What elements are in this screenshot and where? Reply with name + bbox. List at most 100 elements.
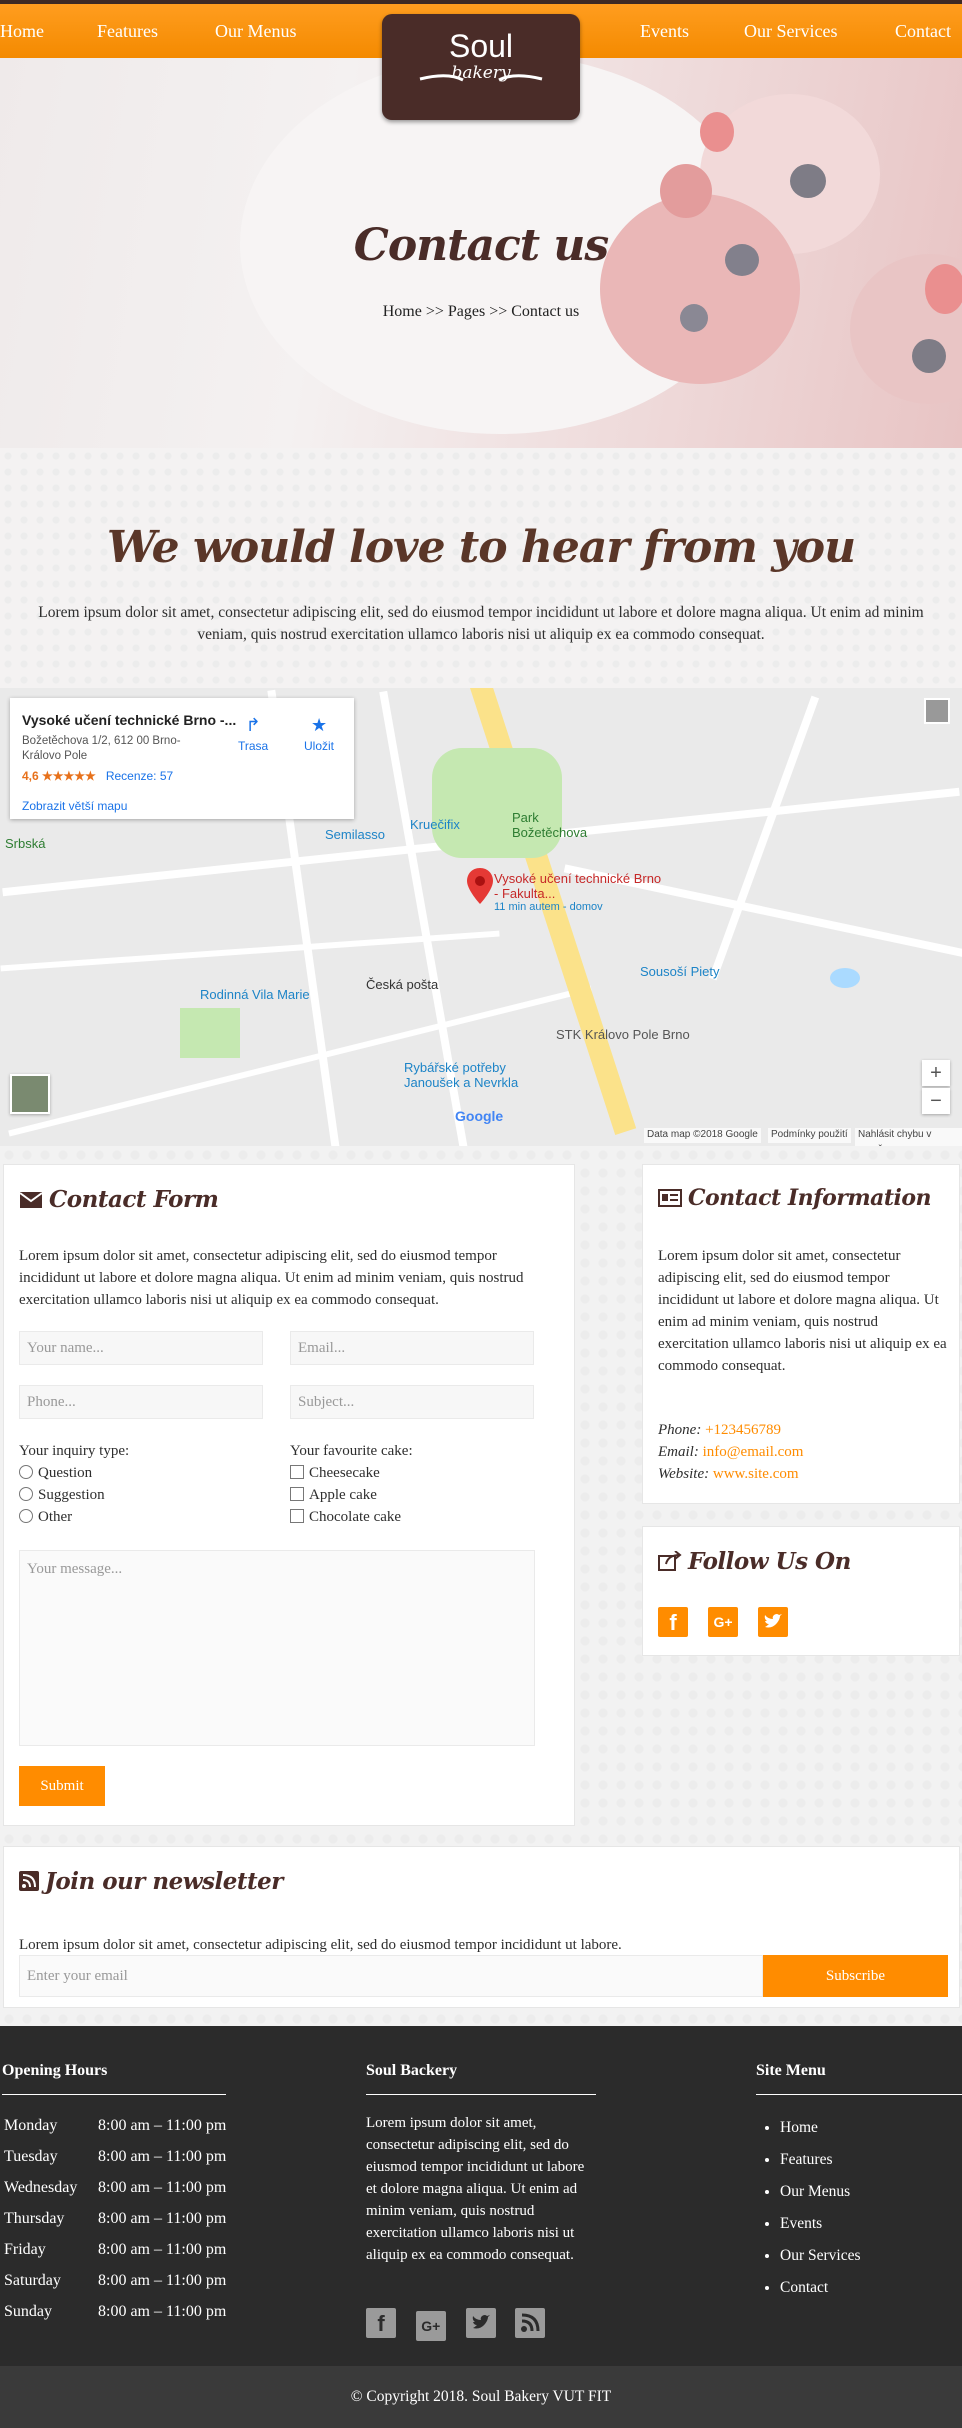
envelope-icon	[19, 1185, 43, 1218]
sitemap-features[interactable]: Features	[780, 2144, 861, 2176]
poi-srbska[interactable]: Srbská	[5, 835, 45, 854]
sitemap-home[interactable]: Home	[780, 2112, 861, 2144]
rating-value: 4,6 ★★★★★	[22, 769, 96, 784]
map-pin-icon[interactable]	[467, 868, 493, 904]
reviews-link[interactable]: Recenze: 57	[106, 769, 173, 783]
nav-events[interactable]: Events	[640, 4, 689, 58]
facebook-icon[interactable]: f	[658, 1607, 688, 1637]
website-link[interactable]: www.site.com	[713, 1466, 799, 1482]
inquiry-question-radio[interactable]: Question	[19, 1463, 92, 1485]
poi-posta[interactable]: Česká pošta	[366, 976, 438, 995]
day-cell: Saturday	[4, 2271, 61, 2289]
twitter-icon[interactable]	[465, 2308, 496, 2338]
nav-our-menus[interactable]: Our Menus	[215, 4, 297, 58]
apple-cake-checkbox[interactable]: Apple cake	[290, 1485, 377, 1507]
poi-stk[interactable]: STK Královo Pole Brno	[556, 1026, 690, 1045]
phone-field[interactable]: Phone...	[19, 1385, 263, 1419]
sitemap-contact[interactable]: Contact	[780, 2272, 861, 2304]
nav-home[interactable]: Home	[0, 4, 44, 58]
nav-features[interactable]: Features	[97, 4, 158, 58]
follow-title-text: Follow Us On	[688, 1548, 851, 1575]
facebook-icon[interactable]: f	[366, 2308, 396, 2338]
table-row: Monday 8:00 am – 11:00 pm	[2, 2110, 228, 2141]
sitemap-events[interactable]: Events	[780, 2208, 861, 2240]
blueberry-image	[912, 339, 946, 373]
nav-our-services[interactable]: Our Services	[744, 4, 837, 58]
inquiry-label: Your inquiry type:	[19, 1443, 130, 1459]
day-cell: Monday	[4, 2116, 58, 2134]
option-label: Question	[38, 1465, 93, 1481]
time-cell: 8:00 am – 11:00 pm	[98, 2116, 227, 2134]
google-map[interactable]: Vysoké učení technické Brno -... Božetěc…	[0, 688, 962, 1146]
directions-label: Trasa	[238, 739, 269, 754]
subject-field[interactable]: Subject...	[290, 1385, 534, 1419]
about-title: Soul Backery	[366, 2062, 458, 2079]
newsletter-email-input[interactable]: Enter your email	[19, 1955, 763, 1997]
table-row: Sunday 8:00 am – 11:00 pm	[2, 2296, 228, 2327]
chocolate-cake-checkbox[interactable]: Chocolate cake	[290, 1507, 401, 1529]
poi-vila[interactable]: Rodinná Vila Marie	[200, 986, 310, 1005]
contact-info-text: Lorem ipsum dolor sit amet, consectetur …	[658, 1248, 947, 1374]
twitter-icon[interactable]	[758, 1607, 788, 1637]
subscribe-button[interactable]: Subscribe	[763, 1955, 948, 1997]
id-card-icon	[658, 1185, 682, 1217]
poi-krucifix[interactable]: Kruečifix	[410, 816, 460, 835]
street-view-pegman-icon[interactable]	[924, 698, 950, 724]
inquiry-suggestion-radio[interactable]: Suggestion	[19, 1485, 105, 1507]
rss-icon[interactable]	[515, 2308, 546, 2338]
zoom-in-button[interactable]: +	[922, 1060, 950, 1086]
option-label: Other	[38, 1509, 73, 1525]
directions-icon: ↱	[245, 715, 261, 735]
blueberry-image	[790, 164, 826, 198]
content-area: Contact Form Lorem ipsum dolor sit amet,…	[0, 1146, 962, 2026]
table-row: Thursday 8:00 am – 11:00 pm	[2, 2203, 228, 2234]
contact-form-title: Contact Form	[19, 1183, 219, 1218]
google-plus-icon[interactable]: G+	[708, 1607, 738, 1637]
cheesecake-checkbox[interactable]: Cheesecake	[290, 1463, 380, 1485]
pin-sub: 11 min autem - domov	[494, 901, 603, 913]
map-terms-link[interactable]: Podmínky použití	[768, 1128, 851, 1143]
sitemap-our-services[interactable]: Our Services	[780, 2240, 861, 2272]
poi-park[interactable]: Park Božetěchova	[512, 810, 587, 840]
zoom-out-button[interactable]: −	[922, 1088, 950, 1114]
day-cell: Friday	[4, 2240, 46, 2258]
place-title: Vysoké učení technické Brno -...	[22, 712, 237, 728]
strawberry-image	[660, 164, 712, 218]
directions-button[interactable]: ↱ Trasa	[238, 712, 268, 755]
email-field[interactable]: Email...	[290, 1331, 534, 1365]
inquiry-other-radio[interactable]: Other	[19, 1507, 72, 1529]
site-logo[interactable]: Soul bakery	[382, 14, 580, 120]
poi-rybarske[interactable]: Rybářské potřeby Janoušek a Nevrkla	[404, 1060, 544, 1090]
strawberry-image	[700, 112, 734, 152]
newsletter-title: Join our newsletter	[19, 1865, 283, 1900]
time-cell: 8:00 am – 11:00 pm	[98, 2209, 227, 2227]
table-row: Tuesday 8:00 am – 11:00 pm	[2, 2141, 228, 2172]
newsletter-text: Lorem ipsum dolor sit amet, consectetur …	[19, 1937, 622, 1953]
sitemap-our-menus[interactable]: Our Menus	[780, 2176, 861, 2208]
nav-contact[interactable]: Contact	[895, 4, 951, 58]
poi-sousosi[interactable]: Sousoší Piety	[640, 963, 720, 982]
option-label: Chocolate cake	[309, 1509, 402, 1525]
phone-label: Phone:	[658, 1422, 702, 1438]
contact-form-text: Lorem ipsum dolor sit amet, consectetur …	[19, 1248, 524, 1308]
map-report-link[interactable]: Nahlásit chybu v mapě	[855, 1128, 962, 1146]
footer: Opening Hours Monday 8:00 am – 11:00 pm T…	[0, 2026, 962, 2366]
poi-semilasso[interactable]: Semilasso	[325, 826, 385, 845]
google-plus-icon[interactable]: G+	[415, 2311, 446, 2341]
share-icon	[658, 1547, 682, 1580]
email-link[interactable]: info@email.com	[703, 1444, 804, 1460]
phone-link[interactable]: +123456789	[705, 1422, 781, 1438]
cake-label: Your favourite cake:	[290, 1443, 413, 1459]
follow-card: Follow Us On f G+	[642, 1526, 960, 1656]
larger-map-link[interactable]: Zobrazit větší mapu	[22, 798, 342, 815]
breadcrumb[interactable]: Home >> Pages >> Contact us	[0, 300, 962, 323]
place-address: Božetěchova 1/2, 612 00 Brno-Královo Pol…	[22, 735, 181, 763]
map-attribution: Data map ©2018 Google	[644, 1128, 761, 1143]
save-place-button[interactable]: ★ Uložit	[304, 712, 334, 755]
submit-button[interactable]: Submit	[19, 1766, 105, 1806]
name-field[interactable]: Your name...	[19, 1331, 263, 1365]
message-textarea[interactable]: Your message...	[19, 1550, 535, 1746]
park-area	[180, 1008, 240, 1058]
satellite-toggle[interactable]	[10, 1074, 50, 1114]
contact-info-card: Contact Information Lorem ipsum dolor si…	[642, 1164, 960, 1504]
